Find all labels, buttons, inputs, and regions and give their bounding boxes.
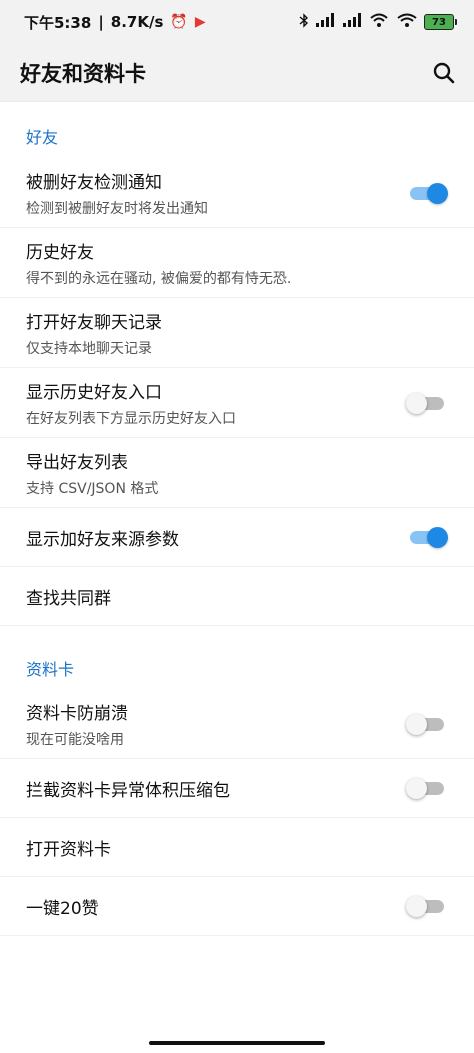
section-profile-card: 资料卡 资料卡防崩溃 现在可能没啥用 拦截资料卡异常体积压缩包 打开资料卡 一键… [0, 656, 474, 936]
app-bar: 好友和资料卡 [0, 44, 474, 102]
signal-icon [316, 13, 336, 31]
setting-subtitle: 检测到被删好友时将发出通知 [26, 200, 208, 217]
setting-find-common-groups[interactable]: 查找共同群 [0, 567, 474, 626]
network-speed: 8.7K/s [110, 13, 164, 31]
setting-title: 显示历史好友入口 [26, 382, 162, 403]
setting-title: 查找共同群 [26, 588, 111, 609]
signal-hd-icon [343, 13, 363, 31]
setting-history-friends[interactable]: 历史好友 得不到的永远在骚动, 被偏爱的都有恃无恐. [0, 228, 474, 298]
setting-title: 显示加好友来源参数 [26, 529, 179, 550]
toggle-switch[interactable] [406, 778, 444, 799]
status-bar: 下午5:38 | 8.7K/s ⏰ ▶ 73 [0, 0, 474, 44]
setting-title: 打开好友聊天记录 [26, 312, 162, 333]
wifi-icon [397, 13, 417, 31]
setting-title: 拦截资料卡异常体积压缩包 [26, 780, 230, 801]
setting-open-profile-card[interactable]: 打开资料卡 [0, 818, 474, 877]
toggle-switch[interactable] [406, 527, 448, 548]
play-icon: ▶ [194, 14, 206, 30]
setting-subtitle: 现在可能没啥用 [26, 731, 124, 748]
setting-title: 一键20赞 [26, 898, 99, 919]
home-indicator[interactable] [149, 1041, 325, 1045]
setting-card-anti-crash[interactable]: 资料卡防崩溃 现在可能没啥用 [0, 689, 474, 759]
toggle-switch[interactable] [406, 182, 448, 204]
battery-icon: 73 [424, 14, 457, 30]
setting-one-click-20-likes[interactable]: 一键20赞 [0, 877, 474, 936]
setting-export-friends[interactable]: 导出好友列表 支持 CSV/JSON 格式 [0, 438, 474, 508]
status-time: 下午5:38 [24, 13, 92, 32]
setting-title: 资料卡防崩溃 [26, 703, 128, 724]
status-left: 下午5:38 | 8.7K/s ⏰ ▶ [24, 12, 206, 33]
setting-title: 被删好友检测通知 [26, 172, 162, 193]
setting-friend-source-param[interactable]: 显示加好友来源参数 [0, 508, 474, 567]
search-icon[interactable] [430, 59, 458, 87]
status-separator: | [98, 13, 104, 31]
setting-subtitle: 仅支持本地聊天记录 [26, 340, 152, 357]
setting-deleted-friend-notify[interactable]: 被删好友检测通知 检测到被删好友时将发出通知 [0, 158, 474, 228]
setting-open-chat-history[interactable]: 打开好友聊天记录 仅支持本地聊天记录 [0, 298, 474, 368]
toggle-switch[interactable] [406, 896, 444, 917]
toggle-switch[interactable] [406, 392, 444, 414]
wifi-plus-icon [370, 13, 390, 31]
section-header-friends: 好友 [26, 128, 59, 147]
setting-block-abnormal-zip[interactable]: 拦截资料卡异常体积压缩包 [0, 759, 474, 818]
section-header-profile-card: 资料卡 [26, 660, 75, 679]
setting-title: 历史好友 [26, 242, 94, 263]
setting-subtitle: 得不到的永远在骚动, 被偏爱的都有恃无恐. [26, 270, 292, 287]
toggle-switch[interactable] [406, 713, 444, 735]
setting-subtitle: 支持 CSV/JSON 格式 [26, 480, 159, 497]
setting-subtitle: 在好友列表下方显示历史好友入口 [26, 410, 236, 427]
bluetooth-icon [299, 13, 309, 31]
setting-title: 导出好友列表 [26, 452, 128, 473]
setting-title: 打开资料卡 [26, 839, 111, 860]
alarm-icon: ⏰ [170, 14, 188, 30]
page-title: 好友和资料卡 [20, 61, 146, 86]
section-friends: 好友 被删好友检测通知 检测到被删好友时将发出通知 历史好友 得不到的永远在骚动… [0, 102, 474, 626]
status-right: 73 [299, 13, 457, 31]
setting-history-friend-entry[interactable]: 显示历史好友入口 在好友列表下方显示历史好友入口 [0, 368, 474, 438]
